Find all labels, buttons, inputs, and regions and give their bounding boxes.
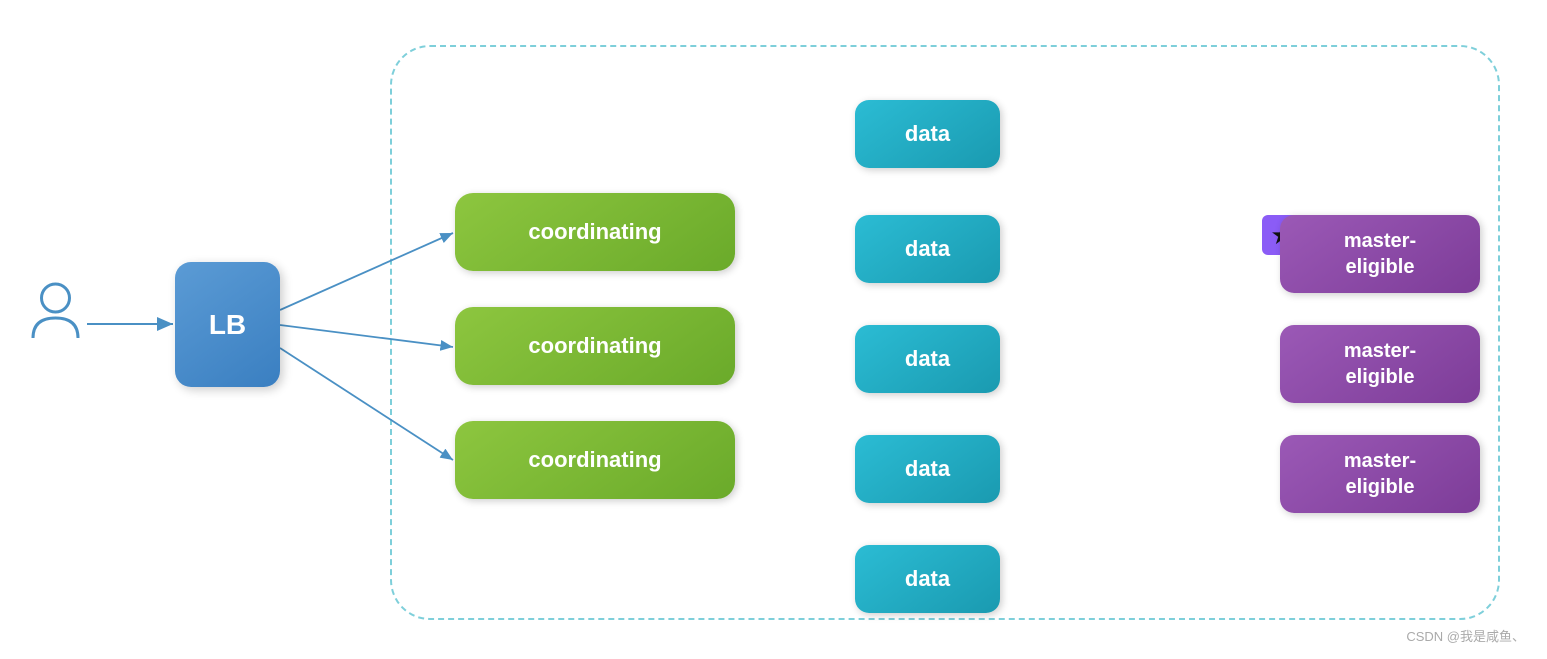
lb-box: LB xyxy=(175,262,280,387)
data-box-4: data xyxy=(855,435,1000,503)
master-eligible-box-3: master-eligible xyxy=(1280,435,1480,513)
canvas: LB coordinating coordinating coordinatin… xyxy=(0,0,1547,659)
master-eligible-box-1: master-eligible xyxy=(1280,215,1480,293)
data-box-5: data xyxy=(855,545,1000,613)
data-label-5: data xyxy=(905,566,950,592)
user-icon xyxy=(28,280,83,345)
watermark: CSDN @我是咸鱼、 xyxy=(1406,626,1525,645)
data-box-2: data xyxy=(855,215,1000,283)
coordinating-label-3: coordinating xyxy=(528,447,661,473)
coordinating-label-2: coordinating xyxy=(528,333,661,359)
coordinating-label-1: coordinating xyxy=(528,219,661,245)
coordinating-box-1: coordinating xyxy=(455,193,735,271)
coordinating-box-3: coordinating xyxy=(455,421,735,499)
data-label-3: data xyxy=(905,346,950,372)
master-label-1: master-eligible xyxy=(1344,228,1416,280)
data-box-1: data xyxy=(855,100,1000,168)
data-box-3: data xyxy=(855,325,1000,393)
master-label-2: master-eligible xyxy=(1344,338,1416,390)
coordinating-box-2: coordinating xyxy=(455,307,735,385)
master-label-3: master-eligible xyxy=(1344,448,1416,500)
data-label-4: data xyxy=(905,456,950,482)
master-eligible-box-2: master-eligible xyxy=(1280,325,1480,403)
data-label-1: data xyxy=(905,121,950,147)
lb-label: LB xyxy=(209,309,246,341)
data-label-2: data xyxy=(905,236,950,262)
